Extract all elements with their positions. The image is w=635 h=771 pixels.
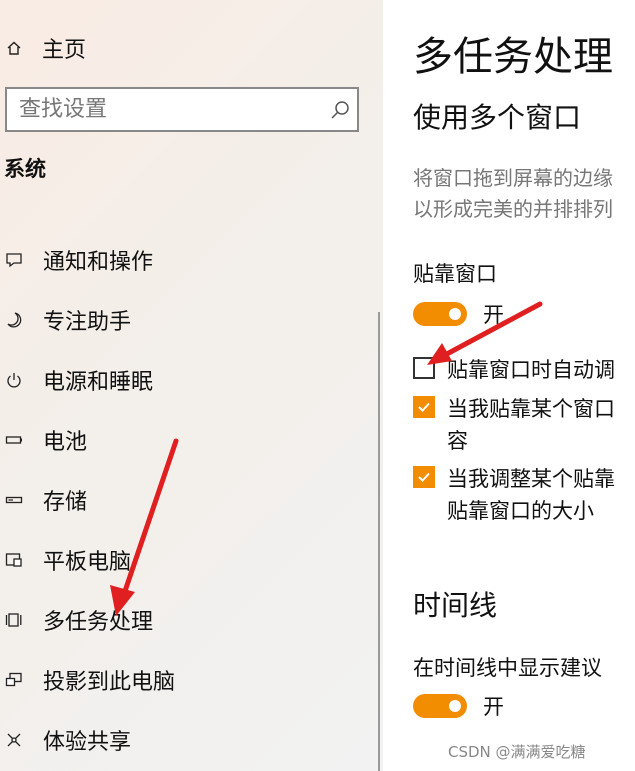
description-line-2: 以形成完美的并排排列 (413, 197, 613, 221)
settings-sidebar: 主页 系统 通知和操作 专注助手 电源和睡眠 (0, 0, 383, 771)
sidebar-item-tablet[interactable]: 平板电脑 (0, 530, 383, 590)
sidebar-item-label: 通知和操作 (43, 250, 154, 275)
checkbox-label: 当我贴靠某个窗口 容 (447, 397, 615, 453)
page-title: 多任务处理 (413, 34, 613, 80)
sidebar-item-focus-assist[interactable]: 专注助手 (0, 290, 383, 350)
notification-icon (4, 250, 24, 270)
checkbox-row-auto-size[interactable]: 贴靠窗口时自动调 (413, 354, 615, 386)
snap-windows-label: 贴靠窗口 (413, 262, 497, 286)
checkbox-resize-adjacent[interactable] (413, 466, 435, 488)
sidebar-item-label: 多任务处理 (43, 610, 154, 635)
home-icon (4, 40, 24, 56)
snap-windows-toggle[interactable] (413, 302, 467, 326)
sidebar-item-label: 电池 (43, 430, 88, 455)
search-box[interactable] (5, 87, 359, 132)
battery-icon (4, 430, 24, 450)
sidebar-item-label: 电源和睡眠 (43, 370, 154, 395)
checkbox-label: 贴靠窗口时自动调 (447, 358, 615, 382)
timeline-toggle-state: 开 (483, 695, 504, 719)
checkbox-row-show-next-to[interactable]: 当我贴靠某个窗口 容 (413, 393, 615, 457)
sidebar-item-project-to-pc[interactable]: 投影到此电脑 (0, 650, 383, 710)
sidebar-item-storage[interactable]: 存储 (0, 470, 383, 530)
timeline-suggestions-label: 在时间线中显示建议 (413, 656, 602, 680)
sidebar-item-label: 体验共享 (43, 730, 132, 755)
section-description: 将窗口拖到屏幕的边缘 以形成完美的并排排列 (413, 163, 613, 225)
sidebar-item-notifications[interactable]: 通知和操作 (0, 230, 383, 290)
description-line-1: 将窗口拖到屏幕的边缘 (413, 166, 613, 190)
sidebar-scrollbar[interactable] (378, 312, 380, 771)
main-content: 多任务处理 使用多个窗口 将窗口拖到屏幕的边缘 以形成完美的并排排列 贴靠窗口 … (383, 0, 635, 771)
home-nav-item[interactable]: 主页 (4, 28, 86, 68)
checkbox-label: 当我调整某个贴靠 贴靠窗口的大小 (447, 467, 615, 523)
share-icon (4, 730, 24, 750)
sidebar-item-label: 存储 (43, 490, 88, 515)
storage-icon (4, 490, 24, 510)
power-icon (4, 370, 24, 390)
checkbox-auto-size[interactable] (413, 357, 435, 379)
checkbox-show-next-to[interactable] (413, 396, 435, 418)
toggle-knob (449, 700, 461, 712)
home-label: 主页 (42, 38, 87, 63)
section-heading-timeline: 时间线 (413, 589, 498, 622)
projector-icon (4, 670, 24, 690)
sidebar-item-label: 投影到此电脑 (43, 670, 176, 695)
toggle-knob (449, 308, 461, 320)
section-heading-multiple-windows: 使用多个窗口 (413, 101, 582, 134)
watermark: CSDN @满满爱吃糖 (448, 743, 586, 761)
moon-icon (4, 310, 24, 330)
section-title: 系统 (4, 157, 46, 181)
sidebar-item-label: 专注助手 (43, 310, 132, 335)
search-icon[interactable] (323, 99, 357, 121)
checkmark-icon (418, 402, 430, 412)
snap-toggle-state: 开 (483, 303, 504, 327)
multitasking-icon (4, 610, 24, 630)
checkbox-row-resize-adjacent[interactable]: 当我调整某个贴靠 贴靠窗口的大小 (413, 463, 615, 527)
sidebar-item-battery[interactable]: 电池 (0, 410, 383, 470)
sidebar-item-shared-experiences[interactable]: 体验共享 (0, 710, 383, 770)
checkmark-icon (418, 472, 430, 482)
sidebar-item-multitasking[interactable]: 多任务处理 (0, 590, 383, 650)
search-input[interactable] (7, 96, 323, 123)
timeline-suggestions-toggle[interactable] (413, 694, 467, 718)
sidebar-item-power-sleep[interactable]: 电源和睡眠 (0, 350, 383, 410)
tablet-icon (4, 550, 24, 570)
sidebar-item-label: 平板电脑 (43, 550, 132, 575)
sidebar-nav: 通知和操作 专注助手 电源和睡眠 电池 存储 平板电脑 多任务处理 投影到此电脑… (0, 230, 383, 770)
